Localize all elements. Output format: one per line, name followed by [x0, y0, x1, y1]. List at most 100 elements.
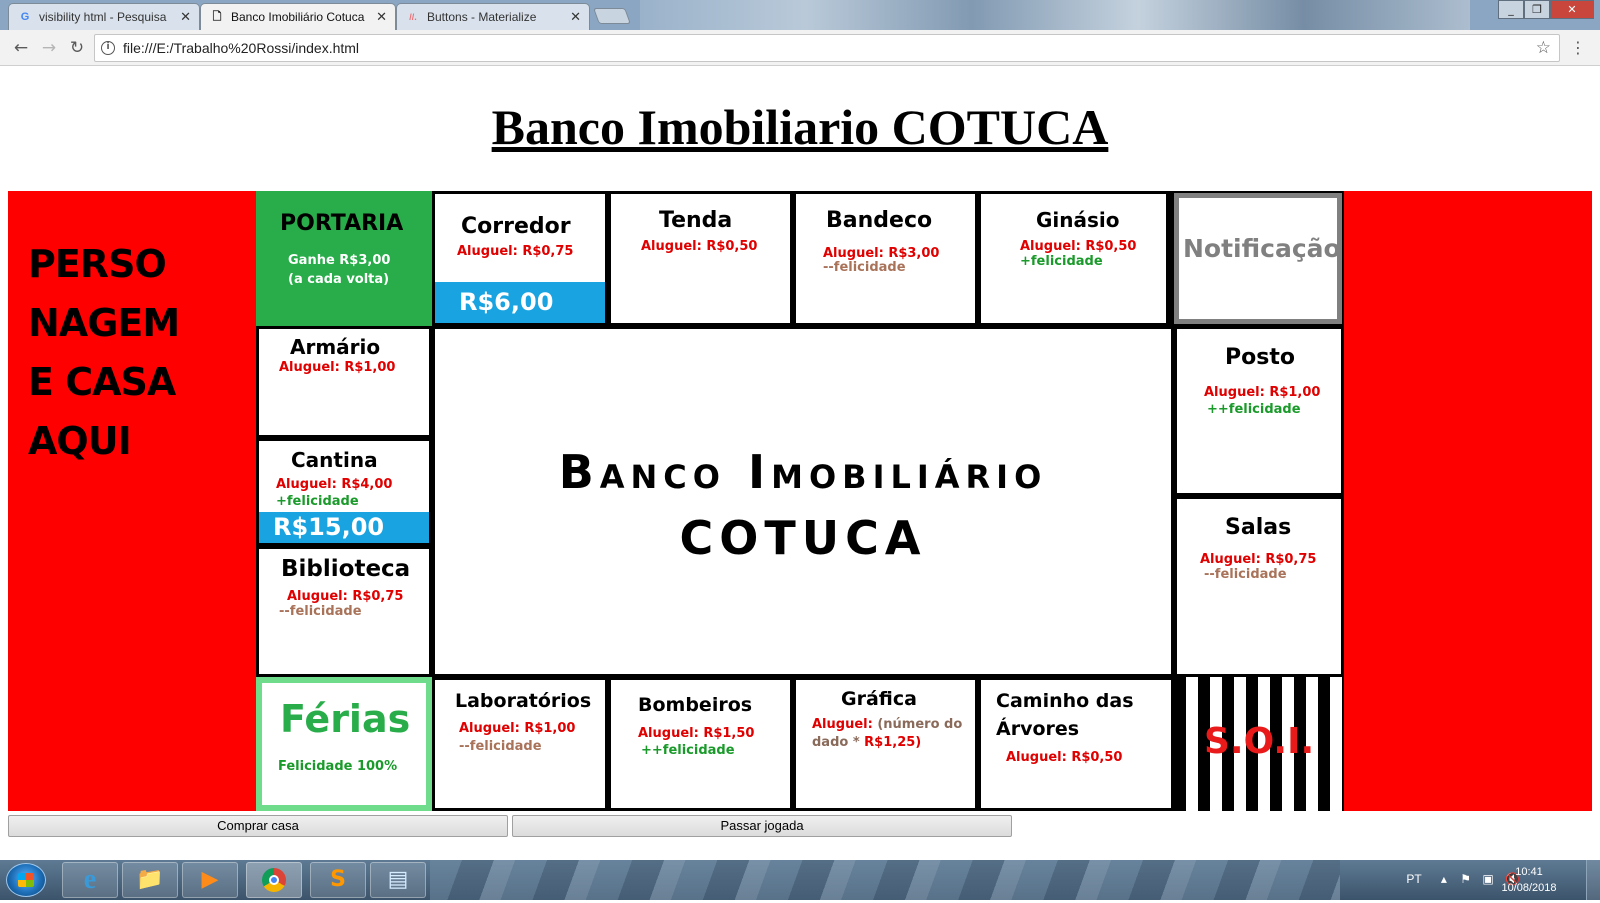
- cell-caminho-das-arvores[interactable]: Caminho das Árvores Aluguel: R$0,50: [978, 677, 1174, 811]
- cell-rent-line2: dado * R$1,25): [812, 735, 921, 750]
- address-url: file:///E:/Trabalho%20Rossi/index.html: [123, 40, 360, 56]
- cell-felicidade: --felicidade: [459, 739, 542, 754]
- cell-bombeiros[interactable]: Bombeiros Aluguel: R$1,50 ++felicidade: [608, 677, 793, 811]
- forward-arrow-icon[interactable]: →: [38, 38, 60, 58]
- restore-icon[interactable]: ❐: [1524, 0, 1550, 19]
- cell-felicidade: --felicidade: [1204, 567, 1287, 582]
- reload-icon[interactable]: ↻: [66, 38, 88, 58]
- cell-name: Salas: [1225, 515, 1292, 540]
- show-desktop-button[interactable]: [1586, 860, 1600, 900]
- close-tab-icon[interactable]: ✕: [180, 9, 191, 25]
- chrome-logo-icon: [262, 868, 286, 892]
- network-icon[interactable]: ▣: [1482, 872, 1493, 886]
- cell-rent: Aluguel: R$4,00: [276, 477, 393, 492]
- cell-posto[interactable]: Posto Aluguel: R$1,00 ++felicidade: [1174, 326, 1344, 496]
- cell-name: Tenda: [659, 208, 733, 233]
- cell-rent: Aluguel: R$0,50: [1006, 750, 1123, 765]
- google-icon: G: [20, 11, 30, 23]
- tab-title: Banco Imobiliário Cotuca: [231, 10, 365, 24]
- cell-name: PORTARIA: [280, 211, 404, 236]
- cell-rent: Aluguel: R$0,50: [1020, 239, 1137, 254]
- cell-name: Cantina: [291, 448, 378, 472]
- internet-explorer-icon[interactable]: e: [62, 862, 118, 898]
- cell-price: R$6,00: [435, 282, 605, 323]
- media-player-icon[interactable]: ▶: [182, 862, 238, 898]
- info-icon[interactable]: i: [101, 41, 115, 55]
- language-indicator[interactable]: PT: [1406, 872, 1421, 886]
- cell-text: (a cada volta): [288, 272, 390, 287]
- cell-text: Ganhe R$3,00: [288, 253, 391, 268]
- cell-rent: Aluguel: (número do: [812, 717, 962, 732]
- browser-toolbar: ← → ↻ i file:///E:/Trabalho%20Rossi/inde…: [0, 30, 1600, 66]
- cell-felicidade: --felicidade: [823, 260, 906, 275]
- notepad-icon[interactable]: ▤: [370, 862, 426, 898]
- close-tab-icon[interactable]: ✕: [570, 9, 581, 25]
- cell-name: Gráfica: [841, 688, 917, 710]
- clock-time: 10:41: [1515, 866, 1543, 878]
- buy-house-button[interactable]: Comprar casa: [8, 815, 508, 837]
- sublime-text-icon[interactable]: S: [310, 862, 366, 898]
- cell-felicidade: --felicidade: [279, 604, 362, 619]
- cell-rent: Aluguel: R$1,00: [279, 360, 396, 375]
- chrome-icon[interactable]: [246, 862, 302, 898]
- cell-rent: Aluguel: R$3,00: [823, 246, 940, 261]
- back-arrow-icon[interactable]: ←: [10, 38, 32, 58]
- cell-name-line2: Árvores: [996, 718, 1080, 740]
- rent-label: Aluguel:: [812, 717, 873, 732]
- cell-cantina[interactable]: Cantina Aluguel: R$4,00 +felicidade R$15…: [256, 438, 432, 546]
- menu-dots-icon[interactable]: ⋮: [1570, 38, 1586, 57]
- cell-armario[interactable]: Armário Aluguel: R$1,00: [256, 326, 432, 438]
- window-close-icon[interactable]: ✕: [1550, 0, 1594, 19]
- clock-date: 10/08/2018: [1501, 882, 1557, 894]
- show-hidden-icons-icon[interactable]: ▴: [1441, 872, 1447, 886]
- cell-felicidade: +felicidade: [276, 494, 359, 509]
- cell-name: Ginásio: [1036, 208, 1120, 232]
- cell-rent: Aluguel: R$0,50: [641, 239, 758, 254]
- player-panel: PERSONAGEM E CASA AQUI: [8, 191, 256, 811]
- materialize-icon: //.: [409, 12, 417, 22]
- tab-buttons-materialize[interactable]: //. Buttons - Materialize ✕: [396, 3, 590, 30]
- cell-corredor[interactable]: Corredor Aluguel: R$0,75 R$6,00: [432, 191, 608, 326]
- cell-notificacao[interactable]: Notificação: [1174, 193, 1342, 324]
- windows-taskbar: e 📁 ▶ S ▤ PT ▴ ⚑ ▣ 🔇 10:41 10/08/2018: [0, 860, 1600, 900]
- page-icon: 🗋: [212, 11, 222, 23]
- pass-turn-button[interactable]: Passar jogada: [512, 815, 1012, 837]
- cell-laboratorios[interactable]: Laboratórios Aluguel: R$1,00 --felicidad…: [432, 677, 608, 811]
- window-controls: _ ❐ ✕: [1498, 0, 1594, 20]
- cell-rent: Aluguel: R$0,75: [1200, 552, 1317, 567]
- cell-bandeco[interactable]: Bandeco Aluguel: R$3,00 --felicidade: [793, 191, 978, 326]
- tab-banco-imobiliario[interactable]: 🗋 Banco Imobiliário Cotuca ✕: [200, 3, 396, 30]
- bookmark-star-icon[interactable]: ☆: [1536, 38, 1551, 58]
- system-clock[interactable]: 10:41 10/08/2018: [1494, 864, 1564, 896]
- cell-felicidade: Felicidade 100%: [278, 759, 398, 774]
- cell-ferias[interactable]: Férias Felicidade 100%: [256, 677, 432, 811]
- file-explorer-icon[interactable]: 📁: [122, 862, 178, 898]
- cell-rent: Aluguel: R$0,75: [457, 244, 574, 259]
- cell-grafica[interactable]: Gráfica Aluguel: (número do dado * R$1,2…: [793, 677, 978, 811]
- cell-portaria[interactable]: PORTARIA Ganhe R$3,00 (a cada volta): [256, 191, 432, 326]
- action-center-flag-icon[interactable]: ⚑: [1460, 872, 1471, 886]
- cell-rent: Aluguel: R$1,00: [459, 721, 576, 736]
- rent-text: (número do: [872, 717, 963, 732]
- cell-felicidade: ++felicidade: [641, 743, 735, 758]
- cell-tenda[interactable]: Tenda Aluguel: R$0,50: [608, 191, 793, 326]
- cell-name: Notificação: [1183, 234, 1341, 263]
- tab-title: Buttons - Materialize: [427, 10, 537, 24]
- minimize-icon[interactable]: _: [1498, 0, 1524, 19]
- cell-soi[interactable]: S.O.I.: [1174, 677, 1344, 811]
- new-tab-button[interactable]: [593, 8, 631, 24]
- cell-name: Férias: [280, 697, 411, 741]
- close-tab-icon[interactable]: ✕: [376, 9, 387, 25]
- address-bar[interactable]: i file:///E:/Trabalho%20Rossi/index.html…: [94, 34, 1560, 62]
- browser-tabstrip: G visibility html - Pesquisa ✕ 🗋 Banco I…: [0, 0, 1600, 30]
- cell-name: Laboratórios: [455, 690, 592, 712]
- soi-label: S.O.I.: [1204, 721, 1315, 762]
- cell-ginasio[interactable]: Ginásio Aluguel: R$0,50 +felicidade: [978, 191, 1169, 326]
- start-button[interactable]: [6, 863, 46, 897]
- cell-felicidade: +felicidade: [1020, 254, 1103, 269]
- board-center-title: Banco Imobiliário COTUCA: [435, 439, 1171, 571]
- cell-biblioteca[interactable]: Biblioteca Aluguel: R$0,75 --felicidade: [256, 546, 432, 677]
- cell-salas[interactable]: Salas Aluguel: R$0,75 --felicidade: [1174, 496, 1344, 677]
- tab-title: visibility html - Pesquisa: [39, 10, 167, 24]
- tab-visibility-search[interactable]: G visibility html - Pesquisa ✕: [8, 3, 200, 30]
